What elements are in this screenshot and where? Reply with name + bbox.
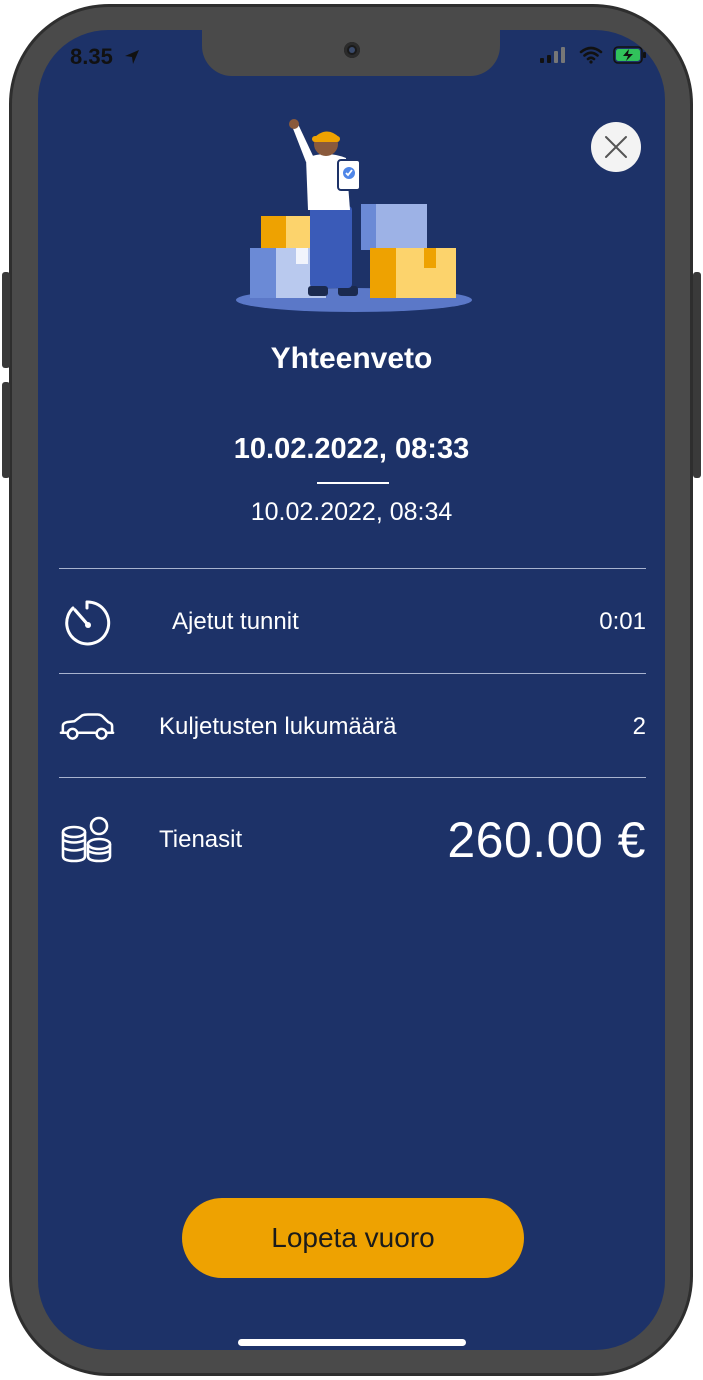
earnings-value: 260.00 € xyxy=(447,812,646,868)
shift-end-datetime: 10.02.2022, 08:34 xyxy=(250,498,453,526)
end-shift-button[interactable]: Lopeta vuoro xyxy=(182,1198,524,1278)
divider xyxy=(59,568,646,569)
row-label: Ajetut tunnit xyxy=(172,608,299,635)
page-title: Yhteenveto xyxy=(270,342,433,375)
summary-row-earnings: Tienasit 260.00 € xyxy=(59,790,646,890)
power-button xyxy=(693,272,701,478)
divider xyxy=(59,777,646,778)
home-indicator[interactable] xyxy=(238,1339,466,1346)
row-value: 0:01 xyxy=(599,608,646,635)
close-icon xyxy=(605,136,627,158)
car-icon xyxy=(59,699,115,755)
camera-icon xyxy=(344,42,360,58)
summary-row-deliveries: Kuljetusten lukumäärä 2 xyxy=(59,675,646,779)
status-icons xyxy=(539,46,647,64)
summary-row-hours: Ajetut tunnit 0:01 xyxy=(59,570,646,674)
row-value: 2 xyxy=(632,713,646,740)
app-screen: 8.35 Yhteenveto 10.02.2022, 08:33 10.02.… xyxy=(38,30,665,1350)
battery-charging-icon xyxy=(613,46,646,64)
wifi-icon xyxy=(579,46,603,64)
divider xyxy=(59,673,646,674)
status-time: 8.35 xyxy=(70,44,141,70)
shift-start-datetime: 10.02.2022, 08:33 xyxy=(233,433,470,465)
location-arrow-icon xyxy=(124,50,139,64)
row-label: Tienasit xyxy=(159,826,243,853)
date-separator xyxy=(317,482,389,484)
volume-up-button xyxy=(2,272,10,368)
volume-down-button xyxy=(2,382,10,478)
row-label: Kuljetusten lukumäärä xyxy=(159,713,397,740)
coins-icon xyxy=(59,812,115,868)
close-button[interactable] xyxy=(591,122,641,172)
worker-with-boxes-illustration xyxy=(236,119,472,312)
stopwatch-icon xyxy=(59,594,115,650)
signal-icon xyxy=(540,47,565,63)
notch xyxy=(202,30,500,76)
